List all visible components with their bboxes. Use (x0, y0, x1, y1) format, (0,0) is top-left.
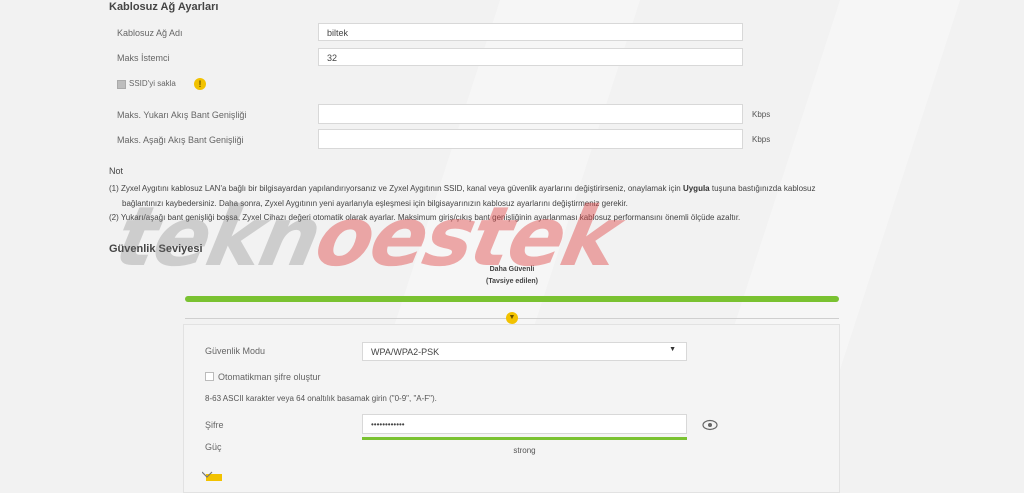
wireless-section-title: Kablosuz Ağ Ayarları (109, 1, 219, 13)
password-strength-bar (362, 437, 687, 440)
note-line-2: bağlantınızı kaybedersiniz. Daha sonra, … (122, 199, 628, 208)
eye-icon[interactable] (702, 418, 718, 431)
max-clients-input[interactable]: 32 (318, 48, 743, 66)
note-line-1-text: (1) Zyxel Aygıtını kablosuz LAN'a bağlı … (109, 184, 683, 193)
ssid-label: Kablosuz Ağ Adı (117, 28, 183, 38)
password-input[interactable]: •••••••••••• (362, 414, 687, 434)
security-level-title: Daha Güvenli (489, 266, 535, 273)
security-mode-select[interactable]: WPA/WPA2-PSK ▼ (362, 342, 687, 361)
security-level-track (185, 296, 839, 302)
downstream-input[interactable] (318, 129, 743, 149)
upstream-input[interactable] (318, 104, 743, 124)
password-hint: 8-63 ASCII karakter veya 64 onaltılık ba… (205, 394, 437, 403)
collapse-arrow-icon[interactable] (201, 468, 222, 481)
hide-ssid-label: SSID'yi sakla (129, 79, 176, 88)
strength-value: strong (513, 446, 536, 455)
security-level-subtitle: (Tavsiye edilen) (485, 278, 538, 285)
security-section-title: Güvenlik Seviyesi (109, 243, 203, 255)
auto-password-checkbox[interactable] (205, 372, 214, 381)
security-level-fill (185, 296, 839, 302)
note-title: Not (109, 166, 124, 176)
upstream-unit: Kbps (752, 110, 771, 119)
auto-password-label: Otomatikman şifre oluştur (218, 372, 321, 382)
note-line-1-end: tuşuna bastığınızda kablosuz (709, 184, 816, 193)
hide-ssid-checkbox[interactable] (117, 80, 126, 89)
note-line-3: (2) Yukarı/aşağı bant genişliği boşsa, Z… (109, 213, 741, 222)
dropdown-arrow-icon: ▼ (669, 346, 676, 353)
chevron-down-icon[interactable]: ▼ (506, 312, 518, 324)
ssid-input[interactable]: biltek (318, 23, 743, 41)
max-clients-label: Maks İstemci (117, 53, 170, 63)
security-mode-label: Güvenlik Modu (205, 346, 266, 356)
apply-keyword: Uygula (682, 184, 710, 193)
note-line-1: (1) Zyxel Aygıtını kablosuz LAN'a bağlı … (109, 184, 815, 193)
password-label: Şifre (205, 420, 224, 430)
downstream-unit: Kbps (752, 135, 771, 144)
upstream-label: Maks. Yukarı Akış Bant Genişliği (117, 110, 247, 120)
downstream-label: Maks. Aşağı Akış Bant Genişliği (117, 135, 244, 145)
info-icon[interactable]: ! (194, 78, 206, 90)
strength-label: Güç (205, 442, 222, 452)
security-mode-value: WPA/WPA2-PSK (371, 347, 440, 357)
